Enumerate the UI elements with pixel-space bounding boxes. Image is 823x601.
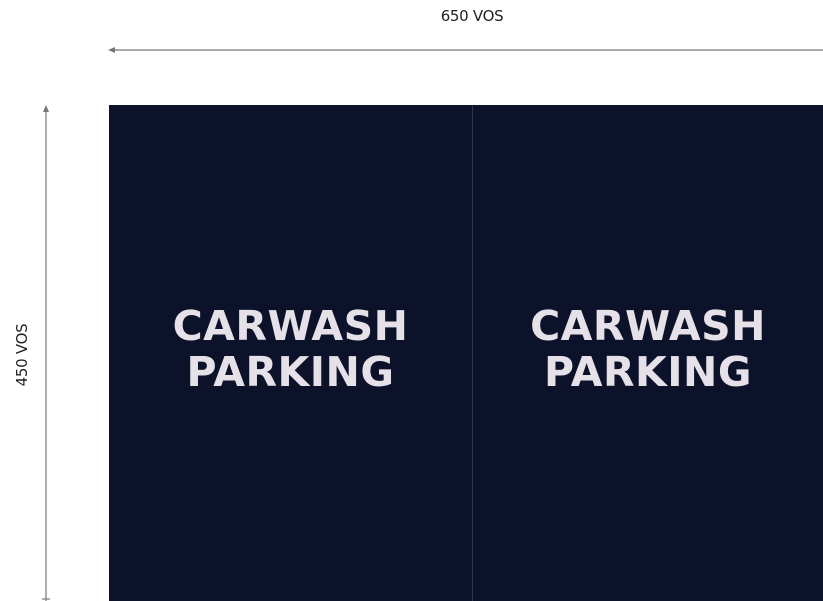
height-arrow-top-icon (43, 105, 49, 112)
sign-panel-right: CARWASH PARKING (473, 105, 823, 601)
width-dimension-label: 650 VOS (440, 7, 504, 25)
sign-text-left: CARWASH PARKING (173, 303, 409, 395)
sign-line-1: CARWASH (530, 302, 766, 350)
sign-panel-left: CARWASH PARKING (109, 105, 472, 601)
sign-line-2: PARKING (186, 348, 395, 396)
width-arrow-left-icon (108, 47, 115, 53)
sign-text-right: CARWASH PARKING (530, 303, 766, 395)
sign-line-2: PARKING (543, 348, 753, 396)
height-dimension-label: 450 VOS (13, 323, 31, 387)
sign-line-1: CARWASH (172, 302, 409, 350)
